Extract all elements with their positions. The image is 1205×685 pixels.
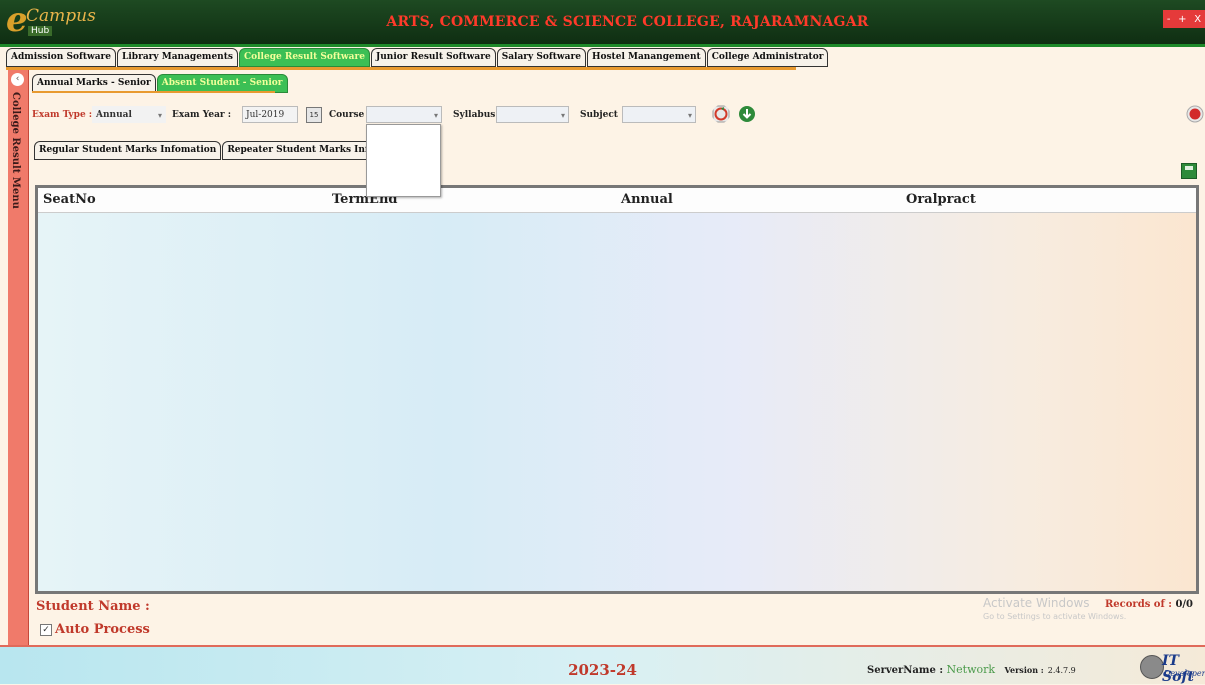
tab-college-administrator[interactable]: College Administrator: [706, 48, 829, 67]
dropdown-arrow-icon: ▾: [433, 111, 438, 120]
column-header-seatno[interactable]: SeatNo: [43, 192, 96, 207]
exam-type-label: Exam Type :: [32, 110, 93, 120]
exam-year-label: Exam Year :: [172, 110, 232, 120]
tab-junior-result-software[interactable]: Junior Result Software: [370, 48, 496, 67]
auto-process-label: Auto Process: [55, 622, 150, 637]
records-value: 0/0: [1175, 599, 1194, 610]
column-header-oralpract[interactable]: Oralpract: [906, 192, 976, 207]
server-label: ServerName :: [867, 665, 944, 676]
records-count: Records of : 0/0: [1105, 599, 1193, 610]
dropdown-arrow-icon: ▾: [157, 111, 162, 120]
tab-repeater-student-marks[interactable]: Repeater Student Marks Infom: [222, 141, 390, 160]
maximize-button[interactable]: +: [1178, 14, 1186, 25]
vendor-emblem-icon: [1140, 655, 1164, 679]
dropdown-arrow-icon: ▾: [687, 111, 692, 120]
course-select[interactable]: ▾: [366, 106, 442, 123]
title-bar: e Campus Hub ARTS, COMMERCE & SCIENCE CO…: [0, 0, 1205, 47]
refresh-icon[interactable]: [712, 105, 730, 123]
version-label: Version :: [1004, 665, 1044, 675]
subtab-divider: [32, 91, 275, 93]
module-tabs: Admission Software Library Managements C…: [6, 48, 829, 68]
status-bar: 2023-24 ServerName : Network Version :2.…: [0, 645, 1205, 685]
checkbox-icon[interactable]: ✓: [40, 624, 52, 636]
student-name-label: Student Name :: [36, 599, 150, 614]
filter-bar: Exam Type : Annual ▾ Exam Year : Jul-201…: [30, 104, 1204, 126]
marks-info-tabs: Regular Student Marks Infomation Repeate…: [34, 141, 390, 160]
server-info: ServerName : Network Version :2.4.7.9: [867, 663, 1076, 676]
server-value: Network: [946, 663, 996, 676]
tab-admission-software[interactable]: Admission Software: [6, 48, 117, 67]
sidebar-title: College Result Menu: [10, 92, 21, 209]
tab-college-result-software[interactable]: College Result Software: [238, 48, 370, 67]
activate-subtitle: Go to Settings to activate Windows.: [983, 612, 1127, 621]
minimize-button[interactable]: -: [1167, 14, 1171, 25]
save-icon[interactable]: [1181, 163, 1197, 179]
exam-year-input[interactable]: Jul-2019: [242, 106, 298, 123]
collapse-arrow-icon[interactable]: ‹: [11, 73, 24, 86]
sidebar-menu[interactable]: ‹ College Result Menu: [8, 70, 29, 648]
syllabus-select[interactable]: ▾: [496, 106, 569, 123]
subject-label: Subject: [580, 110, 618, 120]
course-label: Course: [329, 110, 365, 120]
auto-process-checkbox[interactable]: ✓ Auto Process: [40, 622, 150, 637]
column-header-annual[interactable]: Annual: [621, 192, 673, 207]
syllabus-label: Syllabus: [453, 110, 496, 120]
marks-grid[interactable]: SeatNo TermEnd Annual Oralpract: [35, 185, 1199, 594]
tab-library-managements[interactable]: Library Managements: [117, 48, 238, 67]
exam-type-select[interactable]: Annual ▾: [92, 106, 166, 123]
grid-header: SeatNo TermEnd Annual Oralpract: [38, 188, 1196, 213]
records-label: Records of :: [1105, 599, 1172, 610]
vendor-subtitle: Developers: [1164, 669, 1205, 678]
tab-regular-student-marks[interactable]: Regular Student Marks Infomation: [34, 141, 222, 160]
college-name: ARTS, COMMERCE & SCIENCE COLLEGE, RAJARA…: [386, 14, 869, 30]
exit-icon[interactable]: [1186, 105, 1204, 123]
subject-select[interactable]: ▾: [622, 106, 696, 123]
exam-type-value: Annual: [96, 110, 132, 120]
calendar-icon[interactable]: 15: [306, 107, 322, 123]
vendor-logo: IT Soft Developers: [1140, 653, 1205, 685]
course-dropdown-list[interactable]: [366, 124, 441, 197]
version-value: 2.4.7.9: [1047, 666, 1076, 675]
exam-year-value: Jul-2019: [246, 110, 285, 120]
close-button[interactable]: X: [1194, 14, 1201, 25]
window-controls[interactable]: - + X: [1163, 10, 1205, 28]
tab-salary-software[interactable]: Salary Software: [496, 48, 586, 67]
download-icon[interactable]: [738, 105, 756, 123]
dropdown-arrow-icon: ▾: [560, 111, 565, 120]
tab-divider: [6, 67, 796, 70]
tab-hostel-management[interactable]: Hostel Manangement: [586, 48, 706, 67]
